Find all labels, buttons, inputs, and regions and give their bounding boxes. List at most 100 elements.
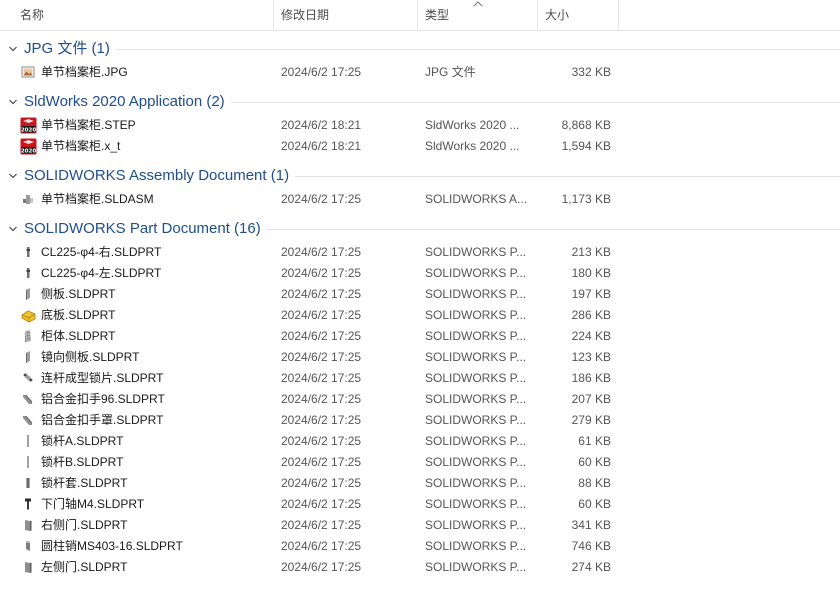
file-name: 铝合金扣手96.SLDPRT: [41, 392, 165, 406]
file-name: CL225-φ4-左.SLDPRT: [41, 266, 162, 280]
file-date: 2024/6/2 17:25: [281, 539, 362, 553]
group-title: JPG 文件 (1): [24, 40, 110, 57]
sort-ascending-icon: [473, 0, 483, 8]
file-row[interactable]: 右侧门.SLDPRT 2024/6/2 17:25 SOLIDWORKS P... 3…: [0, 515, 840, 536]
file-type: SOLIDWORKS P...: [425, 287, 527, 301]
chevron-down-icon[interactable]: [8, 224, 18, 234]
chevron-down-icon[interactable]: [8, 44, 18, 54]
file-type: SOLIDWORKS P...: [425, 266, 527, 280]
file-name: 锁杆A.SLDPRT: [41, 434, 124, 448]
file-type: SldWorks 2020 ...: [425, 139, 520, 153]
hinge-part-icon: [20, 265, 37, 282]
cylinder-pin-part-icon: [20, 538, 37, 555]
link-part-icon: [20, 370, 37, 387]
file-date: 2024/6/2 17:25: [281, 392, 362, 406]
door-part-icon: [20, 517, 37, 534]
file-row[interactable]: 锁杆B.SLDPRT 2024/6/2 17:25 SOLIDWORKS P... 6…: [0, 452, 840, 473]
group-header[interactable]: SOLIDWORKS Assembly Document (1): [0, 163, 840, 189]
group-header[interactable]: JPG 文件 (1): [0, 36, 840, 62]
file-type: SOLIDWORKS P...: [425, 245, 527, 259]
file-row[interactable]: 连杆成型锁片.SLDPRT 2024/6/2 17:25 SOLIDWORKS P.…: [0, 368, 840, 389]
file-row[interactable]: CL225-φ4-右.SLDPRT 2024/6/2 17:25 SOLIDWORK…: [0, 242, 840, 263]
column-header-name[interactable]: 名称: [14, 0, 274, 30]
file-size: 1,594 KB: [561, 139, 611, 153]
file-size: 8,868 KB: [561, 118, 611, 132]
file-date: 2024/6/2 17:25: [281, 413, 362, 427]
file-size: 180 KB: [571, 266, 611, 280]
handle-part-icon: [20, 391, 37, 408]
file-row[interactable]: 镜向侧板.SLDPRT 2024/6/2 17:25 SOLIDWORKS P...…: [0, 347, 840, 368]
file-type: SOLIDWORKS P...: [425, 392, 527, 406]
file-date: 2024/6/2 17:25: [281, 287, 362, 301]
file-row[interactable]: 锁杆套.SLDPRT 2024/6/2 17:25 SOLIDWORKS P... 8…: [0, 473, 840, 494]
file-date: 2024/6/2 17:25: [281, 497, 362, 511]
file-size: 274 KB: [571, 560, 611, 574]
column-header-size[interactable]: 大小: [539, 0, 619, 30]
file-row[interactable]: 2020 单节档案柜.STEP 2024/6/2 18:21 SldWorks 202…: [0, 115, 840, 136]
panel-part-icon: [20, 349, 37, 366]
hinge-part-icon: [20, 244, 37, 261]
file-size: 207 KB: [571, 392, 611, 406]
file-row[interactable]: 锁杆A.SLDPRT 2024/6/2 17:25 SOLIDWORKS P... 6…: [0, 431, 840, 452]
svg-text:2020: 2020: [21, 148, 36, 154]
file-name: 底板.SLDPRT: [41, 308, 116, 322]
file-date: 2024/6/2 17:25: [281, 192, 362, 206]
file-name: 单节档案柜.JPG: [41, 65, 128, 79]
door-part-icon: [20, 559, 37, 576]
file-date: 2024/6/2 18:21: [281, 139, 362, 153]
file-type: SOLIDWORKS P...: [425, 518, 527, 532]
file-row[interactable]: 2020 单节档案柜.x_t 2024/6/2 18:21 SldWorks 2020…: [0, 136, 840, 157]
column-header-date[interactable]: 修改日期: [275, 0, 418, 30]
group-divider: [295, 176, 840, 177]
file-row[interactable]: 单节档案柜.SLDASM 2024/6/2 17:25 SOLIDWORKS A..…: [0, 189, 840, 210]
file-row[interactable]: 左侧门.SLDPRT 2024/6/2 17:25 SOLIDWORKS P... 2…: [0, 557, 840, 578]
panel-part-icon: [20, 286, 37, 303]
file-size: 88 KB: [578, 476, 611, 490]
chevron-down-icon[interactable]: [8, 97, 18, 107]
file-size: 1,173 KB: [561, 192, 611, 206]
file-size: 279 KB: [571, 413, 611, 427]
file-row[interactable]: 铝合金扣手罩.SLDPRT 2024/6/2 17:25 SOLIDWORKS P.…: [0, 410, 840, 431]
file-row[interactable]: CL225-φ4-左.SLDPRT 2024/6/2 17:25 SOLIDWORK…: [0, 263, 840, 284]
file-row[interactable]: 圆柱销MS403-16.SLDPRT 2024/6/2 17:25 SOLIDWOR…: [0, 536, 840, 557]
rod-part-icon: [20, 454, 37, 471]
file-size: 341 KB: [571, 518, 611, 532]
file-date: 2024/6/2 17:25: [281, 518, 362, 532]
file-row[interactable]: 铝合金扣手96.SLDPRT 2024/6/2 17:25 SOLIDWORKS P…: [0, 389, 840, 410]
pin-part-icon: [20, 496, 37, 513]
file-date: 2024/6/2 17:25: [281, 434, 362, 448]
yellow-part-icon: [20, 307, 37, 324]
file-row[interactable]: 底板.SLDPRT 2024/6/2 17:25 SOLIDWORKS P... 28…: [0, 305, 840, 326]
handle-part-icon: [20, 412, 37, 429]
group-title: SOLIDWORKS Assembly Document (1): [24, 167, 290, 184]
file-row[interactable]: 侧板.SLDPRT 2024/6/2 17:25 SOLIDWORKS P... 19…: [0, 284, 840, 305]
file-name: 左侧门.SLDPRT: [41, 560, 128, 574]
file-name: 镜向侧板.SLDPRT: [41, 350, 140, 364]
file-type: JPG 文件: [425, 65, 476, 79]
assembly-icon: [20, 191, 37, 208]
file-size: 123 KB: [571, 350, 611, 364]
solidworks-2020-icon: 2020: [20, 117, 37, 134]
group-header[interactable]: SOLIDWORKS Part Document (16): [0, 216, 840, 242]
file-row[interactable]: 下门轴M4.SLDPRT 2024/6/2 17:25 SOLIDWORKS P..…: [0, 494, 840, 515]
group-divider: [115, 49, 840, 50]
file-name: 单节档案柜.x_t: [41, 139, 121, 153]
file-date: 2024/6/2 17:25: [281, 245, 362, 259]
file-name: 右侧门.SLDPRT: [41, 518, 128, 532]
file-row[interactable]: 柜体.SLDPRT 2024/6/2 17:25 SOLIDWORKS P... 22…: [0, 326, 840, 347]
solidworks-2020-icon: 2020: [20, 138, 37, 155]
file-size: 60 KB: [578, 455, 611, 469]
file-size: 286 KB: [571, 308, 611, 322]
jpg-image-icon: [20, 64, 37, 81]
group-header[interactable]: SldWorks 2020 Application (2): [0, 89, 840, 115]
file-type: SOLIDWORKS P...: [425, 497, 527, 511]
file-name: CL225-φ4-右.SLDPRT: [41, 245, 162, 259]
sleeve-part-icon: [20, 475, 37, 492]
file-date: 2024/6/2 17:25: [281, 350, 362, 364]
file-date: 2024/6/2 17:25: [281, 371, 362, 385]
chevron-down-icon[interactable]: [8, 171, 18, 181]
group-title: SldWorks 2020 Application (2): [24, 93, 225, 110]
file-size: 224 KB: [571, 329, 611, 343]
file-type: SOLIDWORKS P...: [425, 455, 527, 469]
file-row[interactable]: 单节档案柜.JPG 2024/6/2 17:25 JPG 文件 332 KB: [0, 62, 840, 83]
